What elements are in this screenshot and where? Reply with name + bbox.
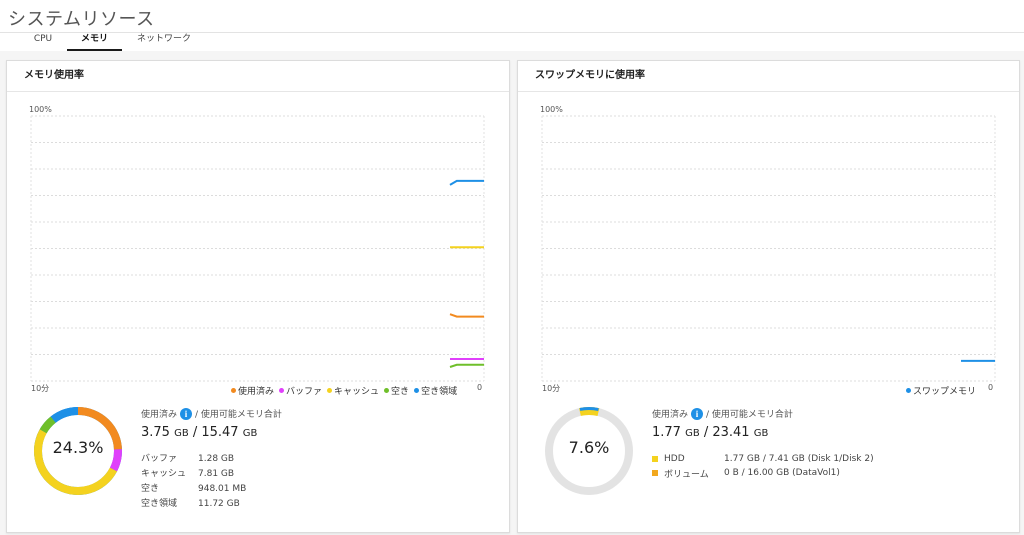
used-label-row: 使用済み i / 使用可能メモリ合計 [141, 407, 282, 420]
x-axis-start-label: 10分 [542, 384, 561, 393]
memory-summary: 24.3% 使用済み i / 使用可能メモリ合計 3.75 GB / 15.47… [7, 401, 509, 531]
legend-item-used[interactable]: 使用済み [231, 384, 274, 397]
series-line-使用済み [449, 313, 484, 318]
legend-item-cache[interactable]: キャッシュ [327, 384, 379, 397]
used-unit: GB [174, 428, 189, 439]
legend-item-buffer[interactable]: バッファ [279, 384, 322, 397]
tab-memory[interactable]: メモリ [67, 33, 122, 51]
detail-row: バッファ 1.28 GB [141, 452, 282, 467]
memory-info: 使用済み i / 使用可能メモリ合計 3.75 GB / 15.47 GB バッ… [141, 407, 282, 512]
legend-dot-icon [906, 388, 911, 393]
tab-network[interactable]: ネットワーク [132, 33, 196, 51]
series-line-空き [449, 363, 484, 368]
swap-usage-panel: スワップメモリに使用率 100% 10分 0 スワップメモリ 7.6% 使用済み… [517, 60, 1020, 533]
storage-row-volume: ボリューム 0 B / 16.00 GB (DataVol1) [652, 466, 874, 480]
info-icon[interactable]: i [180, 407, 193, 420]
detail-row: キャッシュ 7.81 GB [141, 467, 282, 482]
legend-dot-icon [414, 388, 420, 393]
legend-label: キャッシュ [334, 387, 380, 397]
x-axis-end-label: 0 [988, 383, 994, 392]
legend-label: 使用済み [238, 387, 275, 397]
memory-detail-table: バッファ 1.28 GB キャッシュ 7.81 GB 空き 948.01 MB 空き領… [141, 452, 282, 512]
window-title: システムリソース [8, 9, 155, 30]
swap-info: 使用済み i / 使用可能メモリ合計 1.77 GB / 23.41 GB HD… [652, 407, 874, 480]
swap-line-chart [541, 115, 996, 382]
tab-bar: CPU メモリ ネットワーク [0, 33, 1024, 51]
detail-value: 11.72 GB [198, 499, 240, 509]
chart-legend: 使用済み バッファ キャッシュ 空き 空き領域 [231, 384, 457, 397]
app-window: システムリソース CPU メモリ ネットワーク メモリ使用率 100% 10分 … [0, 0, 1024, 535]
detail-value: 1.28 GB [198, 454, 235, 464]
total-unit: GB [753, 428, 769, 439]
legend-item-swap[interactable]: スワップメモリ [906, 384, 976, 397]
storage-label: HDD [664, 454, 685, 464]
donut-percent: 7.6% [568, 438, 610, 457]
memory-usage-chart: 100% 10分 0 使用済み バッファ キャッシュ 空き 空き領域 [7, 92, 509, 402]
legend-label: 空き [391, 387, 410, 397]
memory-line-chart [30, 115, 485, 382]
swap-summary: 7.6% 使用済み i / 使用可能メモリ合計 1.77 GB / 23.41 … [518, 401, 1019, 531]
legend-label: スワップメモリ [913, 387, 977, 397]
chart-legend: スワップメモリ [906, 384, 976, 397]
panel-title: スワップメモリに使用率 [518, 61, 1019, 92]
legend-label: バッファ [286, 387, 323, 397]
detail-value: 7.81 GB [198, 469, 235, 479]
detail-value: 948.01 MB [198, 484, 247, 494]
used-label: 使用済み [652, 410, 689, 420]
panel-title: メモリ使用率 [7, 61, 509, 92]
legend-dot-icon [279, 388, 285, 393]
x-axis-start-label: 10分 [31, 384, 50, 393]
detail-label: キャッシュ [141, 469, 187, 479]
used-label: 使用済み [141, 410, 178, 420]
swap-usage-value: 1.77 GB / 23.41 GB [652, 425, 874, 440]
memory-usage-value: 3.75 GB / 15.47 GB [141, 425, 282, 440]
legend-dot-icon [327, 388, 333, 393]
total-unit: GB [242, 428, 258, 439]
total-label: / 使用可能メモリ合計 [195, 410, 282, 420]
detail-label: バッファ [141, 454, 178, 464]
storage-value: 1.77 GB / 7.41 GB (Disk 1/Disk 2) [724, 454, 874, 464]
detail-row: 空き 948.01 MB [141, 482, 282, 497]
total-value: / 23.41 [703, 425, 750, 440]
used-label-row: 使用済み i / 使用可能メモリ合計 [652, 407, 874, 420]
used-value: 3.75 [141, 425, 170, 440]
legend-item-free[interactable]: 空き [384, 384, 409, 397]
detail-label: 空き領域 [141, 499, 178, 509]
donut-percent: 24.3% [52, 438, 104, 457]
used-value: 1.77 [652, 425, 681, 440]
memory-usage-panel: メモリ使用率 100% 10分 0 使用済み バッファ キャッシュ 空き 空き領… [6, 60, 510, 533]
storage-list: HDD 1.77 GB / 7.41 GB (Disk 1/Disk 2) ボリュ… [652, 452, 874, 480]
storage-label: ボリューム [664, 469, 709, 480]
x-axis-end-label: 0 [477, 383, 483, 392]
storage-row-hdd: HDD 1.77 GB / 7.41 GB (Disk 1/Disk 2) [652, 452, 874, 466]
tab-cpu[interactable]: CPU [28, 33, 58, 51]
total-value: / 15.47 [192, 425, 239, 440]
detail-row: 空き領域 11.72 GB [141, 497, 282, 512]
storage-value: 0 B / 16.00 GB (DataVol1) [724, 468, 840, 478]
detail-label: 空き [141, 484, 160, 494]
legend-item-available[interactable]: 空き領域 [414, 384, 457, 397]
used-unit: GB [685, 428, 700, 439]
legend-label: 空き領域 [421, 387, 458, 397]
legend-dot-icon [231, 388, 236, 393]
swap-usage-chart: 100% 10分 0 スワップメモリ [518, 92, 1019, 402]
title-bar: システムリソース [0, 0, 1024, 33]
legend-dot-icon [384, 388, 390, 393]
color-swatch-icon [652, 470, 658, 476]
color-swatch-icon [652, 456, 658, 462]
series-line-空き領域 [449, 179, 484, 186]
info-icon[interactable]: i [691, 407, 704, 420]
total-label: / 使用可能メモリ合計 [706, 410, 793, 420]
